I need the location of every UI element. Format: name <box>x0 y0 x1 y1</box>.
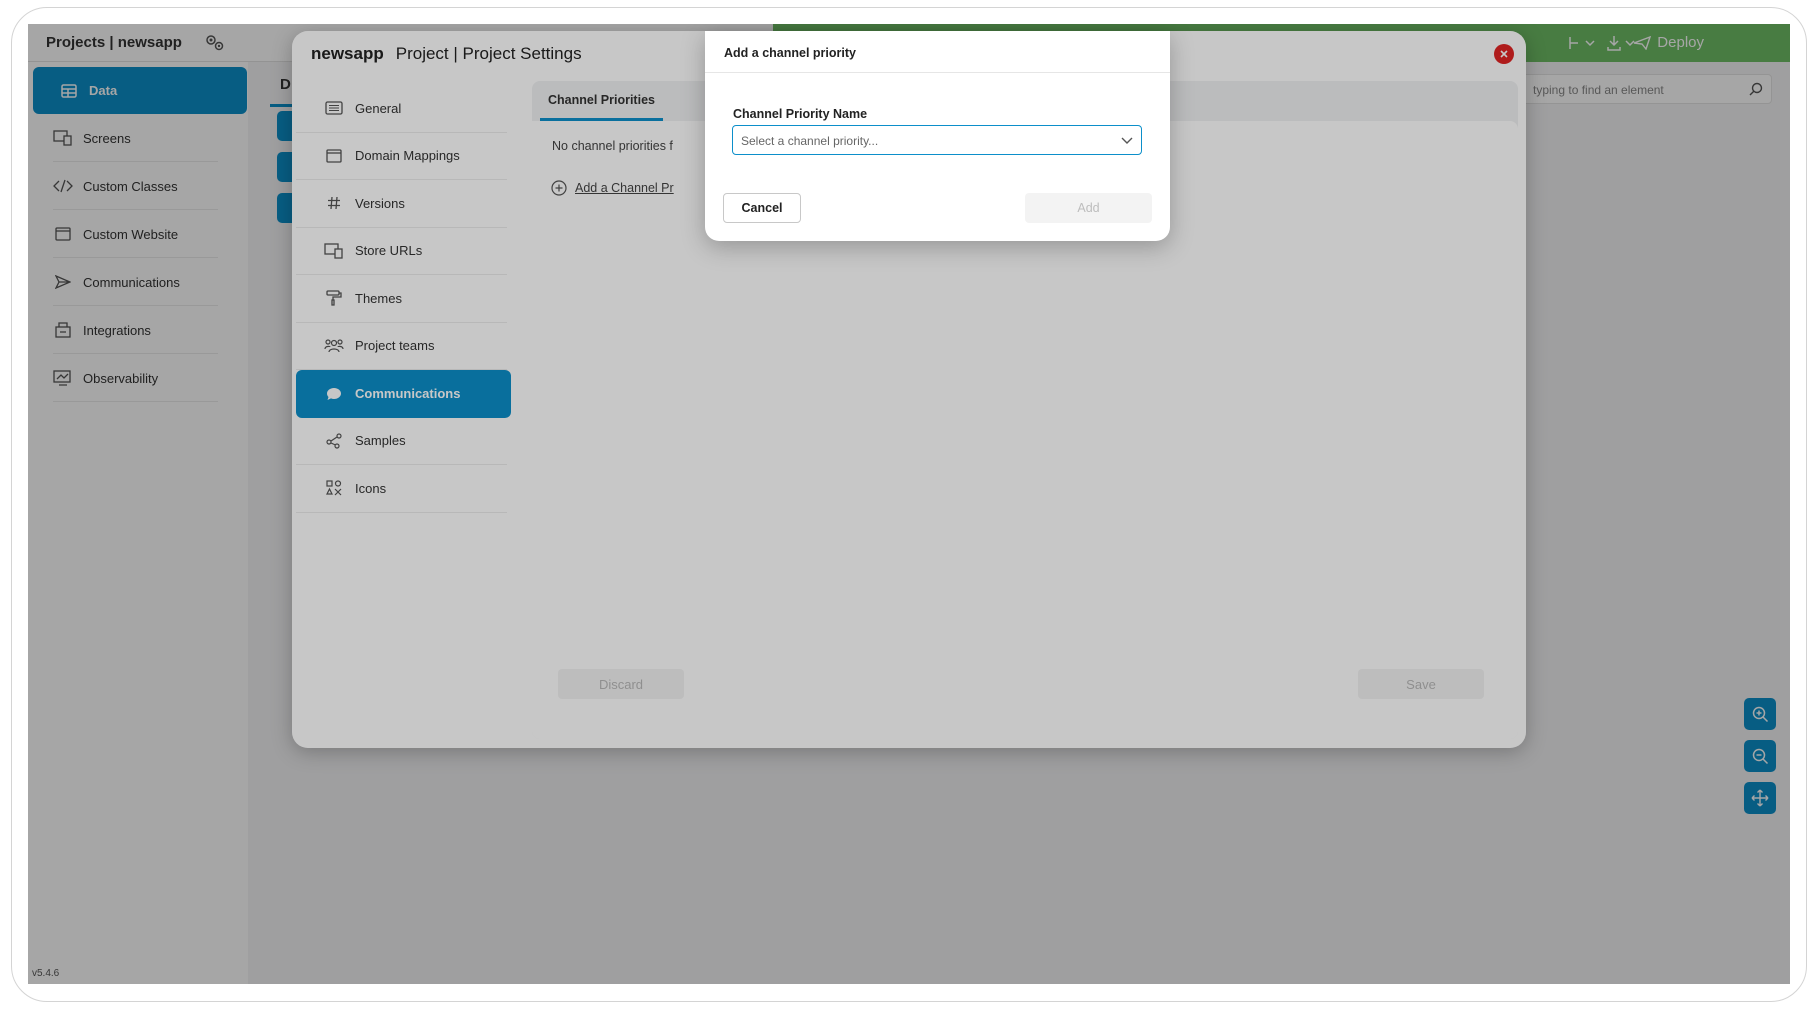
add-button[interactable]: Add <box>1025 193 1152 223</box>
channel-priority-select[interactable]: Select a channel priority... <box>732 125 1142 155</box>
app-window: Projects | newsapp Deploy typing to find… <box>28 24 1790 984</box>
channel-priority-name-label: Channel Priority Name <box>733 107 868 121</box>
chevron-down-icon <box>1121 137 1133 144</box>
cancel-button[interactable]: Cancel <box>723 193 801 223</box>
select-placeholder: Select a channel priority... <box>741 134 879 148</box>
modal-title: Add a channel priority <box>705 31 1170 73</box>
add-channel-priority-modal: Add a channel priority Channel Priority … <box>705 31 1170 241</box>
